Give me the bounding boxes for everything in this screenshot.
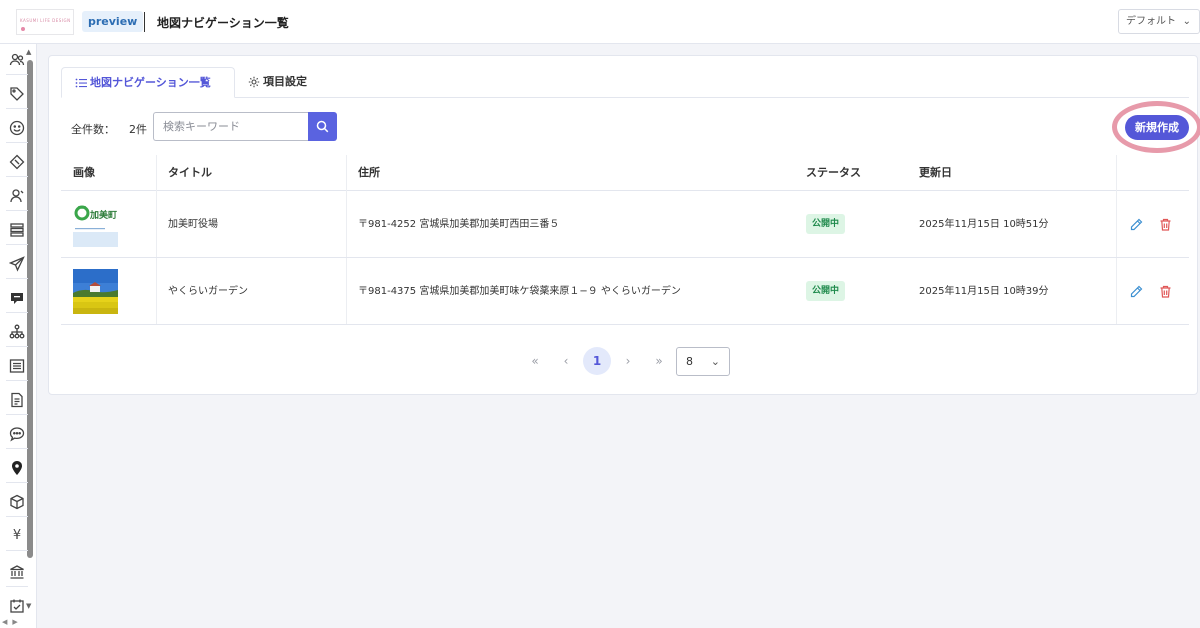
tab-map-navigation-list[interactable]: 地図ナビゲーション一覧 (61, 67, 235, 98)
status-badge: 公開中 (806, 214, 846, 234)
row-title: やくらいガーデン (168, 286, 248, 297)
sidebar-scrollbar[interactable] (27, 60, 33, 558)
sidebar-divider (6, 176, 28, 177)
total-count-label: 全件数： (71, 123, 115, 136)
row-address: 〒981-4252 宮城県加美郡加美町西田三番５ (358, 219, 560, 230)
tab-label: 項目設定 (263, 75, 307, 88)
list-icon (75, 78, 87, 88)
tag-icon[interactable] (9, 86, 25, 102)
kami-town-logo-image: 加美町 (73, 202, 118, 247)
calendar-check-icon[interactable] (9, 598, 25, 614)
delete-icon[interactable] (1159, 285, 1172, 298)
chevron-down-icon: ⌄ (710, 355, 720, 368)
edit-icon[interactable] (1130, 218, 1143, 231)
search-button[interactable] (308, 112, 337, 141)
list-icon[interactable] (9, 358, 25, 374)
sidebar-divider (6, 448, 28, 449)
row-thumbnail (73, 269, 118, 314)
page-title: 地図ナビゲーション一覧 (157, 16, 289, 30)
sidebar-divider (6, 108, 28, 109)
smile-icon[interactable] (9, 120, 25, 136)
sidebar-divider (6, 74, 28, 75)
tab-item-settings[interactable]: 項目設定 (235, 67, 321, 98)
horizontal-scroll-arrows[interactable]: ◀▶ (2, 618, 23, 626)
header-divider (144, 12, 145, 32)
table-row[interactable]: やくらいガーデン 〒981-4375 宮城県加美郡加美町味ケ袋薬来原１−９ やく… (61, 258, 1189, 325)
chevron-down-icon: ⌄ (1182, 16, 1191, 27)
sidebar-divider (6, 312, 28, 313)
content-card: 地図ナビゲーション一覧 項目設定 全件数： 2件 新規作成 画像 タイトル 住所… (48, 55, 1200, 395)
flower-field-image (73, 269, 118, 314)
delete-icon[interactable] (1159, 218, 1172, 231)
tab-label: 地図ナビゲーション一覧 (90, 76, 211, 89)
layers-icon[interactable] (9, 222, 25, 238)
logo-text: KASUMI LIFE DESIGN (20, 18, 71, 23)
send-icon[interactable] (9, 256, 25, 272)
page-button-current[interactable]: 1 (583, 347, 611, 375)
sidebar-divider (6, 550, 28, 551)
sidebar-divider (6, 210, 28, 211)
row-updated: 2025年11月15日 10時51分 (919, 219, 1049, 230)
display-mode-value: デフォルト (1126, 16, 1176, 27)
sidebar-divider (6, 278, 28, 279)
sidebar-divider (6, 516, 28, 517)
status-badge: 公開中 (806, 281, 846, 301)
gear-icon (248, 76, 260, 88)
row-address: 〒981-4375 宮城県加美郡加美町味ケ袋薬来原１−９ やくらいガーデン (358, 286, 681, 297)
thumbnail-text: 加美町 (89, 209, 117, 221)
create-new-button[interactable]: 新規作成 (1125, 115, 1189, 140)
sitemap-icon[interactable] (9, 324, 25, 340)
next-page-button[interactable]: › (614, 347, 642, 375)
comment-icon[interactable] (9, 426, 25, 442)
logo-mark (21, 27, 25, 31)
sidebar-divider (6, 414, 28, 415)
scroll-down-arrow[interactable]: ▼ (26, 602, 31, 610)
document-icon[interactable] (9, 392, 25, 408)
sidebar-divider (6, 244, 28, 245)
users-icon[interactable] (9, 52, 25, 68)
chat-bubble-icon[interactable] (9, 290, 25, 306)
first-page-button[interactable]: « (521, 347, 549, 375)
tab-bar: 地図ナビゲーション一覧 項目設定 (61, 67, 1189, 98)
row-title: 加美町役場 (168, 219, 218, 230)
per-page-value: 8 (686, 355, 693, 368)
app-logo[interactable]: KASUMI LIFE DESIGN (16, 9, 74, 35)
table-header: 画像 タイトル 住所 ステータス 更新日 (61, 155, 1189, 191)
search-icon (316, 120, 329, 133)
sidebar-divider (6, 482, 28, 483)
top-header: KASUMI LIFE DESIGN preview 地図ナビゲーション一覧 デ… (0, 0, 1200, 44)
column-header-image: 画像 (73, 166, 95, 179)
box-icon[interactable] (9, 494, 25, 510)
column-header-title: タイトル (168, 166, 212, 179)
total-count-value: 2件 (129, 123, 147, 136)
ticket-icon[interactable] (9, 154, 25, 170)
edit-icon[interactable] (1130, 285, 1143, 298)
user-icon[interactable] (9, 188, 25, 204)
scroll-up-arrow[interactable]: ▲ (26, 48, 31, 56)
column-header-address: 住所 (358, 166, 380, 179)
sidebar-divider (6, 142, 28, 143)
row-thumbnail: 加美町 (73, 202, 118, 247)
column-header-updated: 更新日 (919, 166, 952, 179)
sidebar-divider (6, 586, 28, 587)
search-input[interactable] (153, 112, 309, 141)
env-badge: preview (82, 11, 144, 32)
yen-icon[interactable]: ¥ (9, 528, 25, 544)
bank-icon[interactable] (9, 564, 25, 580)
sidebar-divider (6, 380, 28, 381)
column-header-status: ステータス (806, 166, 861, 179)
last-page-button[interactable]: » (645, 347, 673, 375)
map-pin-icon[interactable] (9, 460, 25, 476)
display-mode-select[interactable]: デフォルト ⌄ (1118, 9, 1200, 34)
sidebar-divider (6, 346, 28, 347)
prev-page-button[interactable]: ‹ (552, 347, 580, 375)
table-row[interactable]: 加美町 加美町役場 〒981-4252 宮城県加美郡加美町西田三番５ 公開中 2… (61, 191, 1189, 258)
per-page-select[interactable]: 8 ⌄ (676, 347, 730, 376)
row-updated: 2025年11月15日 10時39分 (919, 286, 1049, 297)
sidebar: ▲ ▼ ¥ ◀▶ (0, 44, 37, 628)
